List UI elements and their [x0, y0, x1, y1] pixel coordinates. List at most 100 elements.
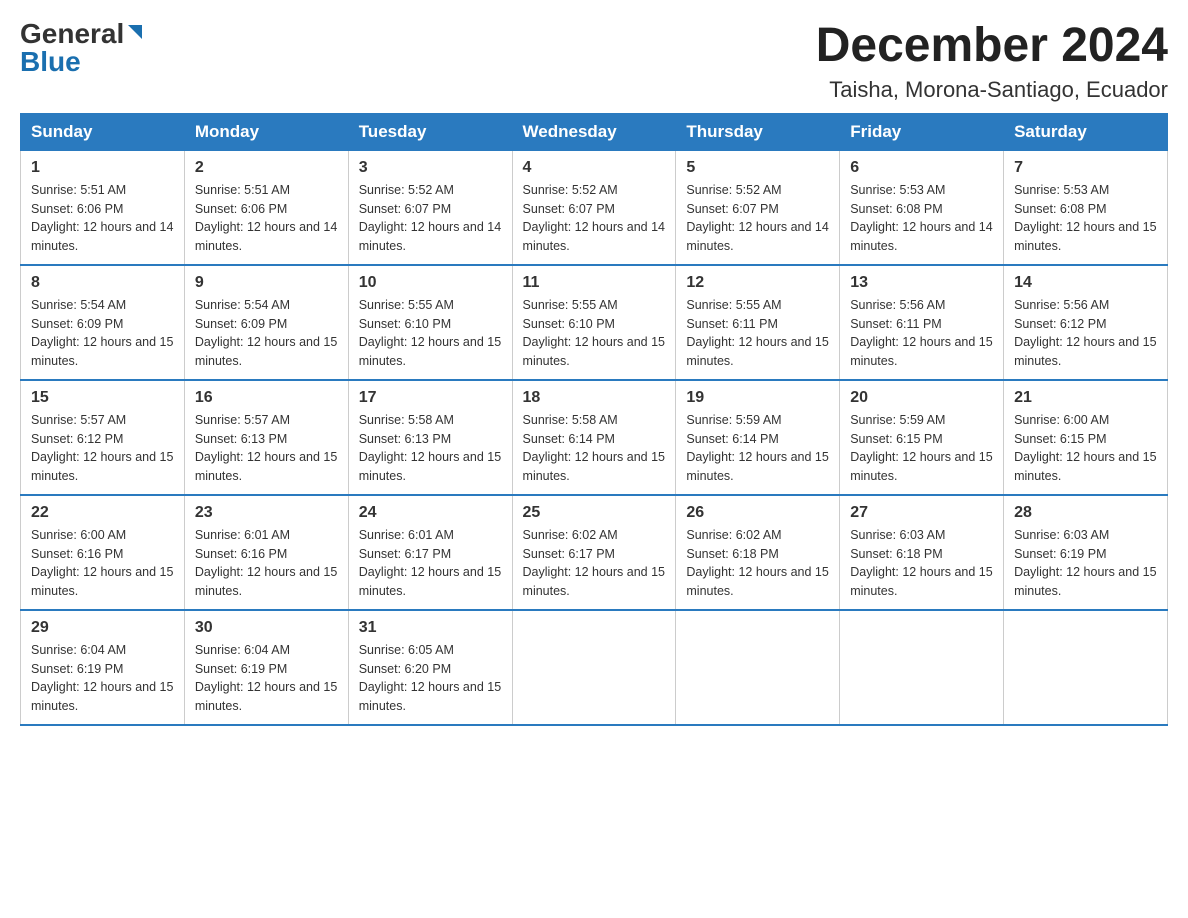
day-number: 9: [195, 274, 338, 292]
day-number: 17: [359, 389, 502, 407]
calendar-cell: 2 Sunrise: 5:51 AM Sunset: 6:06 PM Dayli…: [184, 150, 348, 265]
day-info: Sunrise: 5:57 AM Sunset: 6:12 PM Dayligh…: [31, 411, 174, 486]
calendar-cell: 24 Sunrise: 6:01 AM Sunset: 6:17 PM Dayl…: [348, 495, 512, 610]
day-info: Sunrise: 6:04 AM Sunset: 6:19 PM Dayligh…: [195, 641, 338, 716]
day-info: Sunrise: 5:55 AM Sunset: 6:10 PM Dayligh…: [359, 296, 502, 371]
day-number: 6: [850, 159, 993, 177]
day-number: 1: [31, 159, 174, 177]
day-info: Sunrise: 5:58 AM Sunset: 6:13 PM Dayligh…: [359, 411, 502, 486]
title-area: December 2024 Taisha, Morona-Santiago, E…: [816, 20, 1168, 103]
logo: General Blue: [20, 20, 144, 76]
calendar-cell: 25 Sunrise: 6:02 AM Sunset: 6:17 PM Dayl…: [512, 495, 676, 610]
day-number: 24: [359, 504, 502, 522]
calendar-week-row: 22 Sunrise: 6:00 AM Sunset: 6:16 PM Dayl…: [21, 495, 1168, 610]
column-header-friday: Friday: [840, 113, 1004, 150]
column-header-sunday: Sunday: [21, 113, 185, 150]
calendar-cell: [840, 610, 1004, 725]
calendar-header-row: SundayMondayTuesdayWednesdayThursdayFrid…: [21, 113, 1168, 150]
calendar-cell: 10 Sunrise: 5:55 AM Sunset: 6:10 PM Dayl…: [348, 265, 512, 380]
logo-blue: Blue: [20, 46, 81, 77]
day-number: 25: [523, 504, 666, 522]
calendar-cell: 29 Sunrise: 6:04 AM Sunset: 6:19 PM Dayl…: [21, 610, 185, 725]
day-info: Sunrise: 5:59 AM Sunset: 6:15 PM Dayligh…: [850, 411, 993, 486]
day-number: 11: [523, 274, 666, 292]
day-info: Sunrise: 5:54 AM Sunset: 6:09 PM Dayligh…: [31, 296, 174, 371]
day-info: Sunrise: 6:05 AM Sunset: 6:20 PM Dayligh…: [359, 641, 502, 716]
day-info: Sunrise: 6:00 AM Sunset: 6:16 PM Dayligh…: [31, 526, 174, 601]
calendar-cell: 3 Sunrise: 5:52 AM Sunset: 6:07 PM Dayli…: [348, 150, 512, 265]
calendar-body: 1 Sunrise: 5:51 AM Sunset: 6:06 PM Dayli…: [21, 150, 1168, 725]
month-title: December 2024: [816, 20, 1168, 73]
day-number: 2: [195, 159, 338, 177]
day-info: Sunrise: 5:51 AM Sunset: 6:06 PM Dayligh…: [31, 181, 174, 256]
column-header-saturday: Saturday: [1004, 113, 1168, 150]
day-info: Sunrise: 6:03 AM Sunset: 6:19 PM Dayligh…: [1014, 526, 1157, 601]
calendar-cell: 4 Sunrise: 5:52 AM Sunset: 6:07 PM Dayli…: [512, 150, 676, 265]
day-number: 18: [523, 389, 666, 407]
day-info: Sunrise: 5:52 AM Sunset: 6:07 PM Dayligh…: [523, 181, 666, 256]
calendar-cell: 31 Sunrise: 6:05 AM Sunset: 6:20 PM Dayl…: [348, 610, 512, 725]
calendar-cell: 8 Sunrise: 5:54 AM Sunset: 6:09 PM Dayli…: [21, 265, 185, 380]
day-number: 15: [31, 389, 174, 407]
calendar-cell: 14 Sunrise: 5:56 AM Sunset: 6:12 PM Dayl…: [1004, 265, 1168, 380]
calendar-cell: [512, 610, 676, 725]
day-number: 26: [686, 504, 829, 522]
day-number: 14: [1014, 274, 1157, 292]
day-info: Sunrise: 6:01 AM Sunset: 6:17 PM Dayligh…: [359, 526, 502, 601]
day-info: Sunrise: 6:04 AM Sunset: 6:19 PM Dayligh…: [31, 641, 174, 716]
day-info: Sunrise: 5:52 AM Sunset: 6:07 PM Dayligh…: [686, 181, 829, 256]
logo-general: General: [20, 20, 124, 48]
day-number: 22: [31, 504, 174, 522]
day-number: 31: [359, 619, 502, 637]
day-info: Sunrise: 5:56 AM Sunset: 6:11 PM Dayligh…: [850, 296, 993, 371]
calendar-cell: 20 Sunrise: 5:59 AM Sunset: 6:15 PM Dayl…: [840, 380, 1004, 495]
calendar-week-row: 29 Sunrise: 6:04 AM Sunset: 6:19 PM Dayl…: [21, 610, 1168, 725]
column-header-thursday: Thursday: [676, 113, 840, 150]
calendar-cell: 9 Sunrise: 5:54 AM Sunset: 6:09 PM Dayli…: [184, 265, 348, 380]
calendar-cell: 28 Sunrise: 6:03 AM Sunset: 6:19 PM Dayl…: [1004, 495, 1168, 610]
calendar-cell: 1 Sunrise: 5:51 AM Sunset: 6:06 PM Dayli…: [21, 150, 185, 265]
day-number: 16: [195, 389, 338, 407]
day-info: Sunrise: 5:51 AM Sunset: 6:06 PM Dayligh…: [195, 181, 338, 256]
day-number: 5: [686, 159, 829, 177]
calendar-cell: 30 Sunrise: 6:04 AM Sunset: 6:19 PM Dayl…: [184, 610, 348, 725]
day-info: Sunrise: 5:56 AM Sunset: 6:12 PM Dayligh…: [1014, 296, 1157, 371]
calendar-week-row: 15 Sunrise: 5:57 AM Sunset: 6:12 PM Dayl…: [21, 380, 1168, 495]
day-number: 3: [359, 159, 502, 177]
day-info: Sunrise: 5:55 AM Sunset: 6:11 PM Dayligh…: [686, 296, 829, 371]
column-header-tuesday: Tuesday: [348, 113, 512, 150]
calendar-cell: 7 Sunrise: 5:53 AM Sunset: 6:08 PM Dayli…: [1004, 150, 1168, 265]
calendar-cell: 16 Sunrise: 5:57 AM Sunset: 6:13 PM Dayl…: [184, 380, 348, 495]
day-info: Sunrise: 6:03 AM Sunset: 6:18 PM Dayligh…: [850, 526, 993, 601]
calendar-cell: 12 Sunrise: 5:55 AM Sunset: 6:11 PM Dayl…: [676, 265, 840, 380]
day-number: 20: [850, 389, 993, 407]
calendar-cell: 13 Sunrise: 5:56 AM Sunset: 6:11 PM Dayl…: [840, 265, 1004, 380]
day-info: Sunrise: 5:54 AM Sunset: 6:09 PM Dayligh…: [195, 296, 338, 371]
day-info: Sunrise: 6:01 AM Sunset: 6:16 PM Dayligh…: [195, 526, 338, 601]
day-number: 28: [1014, 504, 1157, 522]
day-info: Sunrise: 6:02 AM Sunset: 6:17 PM Dayligh…: [523, 526, 666, 601]
column-header-monday: Monday: [184, 113, 348, 150]
day-number: 4: [523, 159, 666, 177]
day-info: Sunrise: 5:58 AM Sunset: 6:14 PM Dayligh…: [523, 411, 666, 486]
calendar-cell: [1004, 610, 1168, 725]
day-info: Sunrise: 5:53 AM Sunset: 6:08 PM Dayligh…: [850, 181, 993, 256]
location-title: Taisha, Morona-Santiago, Ecuador: [816, 77, 1168, 103]
calendar-cell: 18 Sunrise: 5:58 AM Sunset: 6:14 PM Dayl…: [512, 380, 676, 495]
calendar-table: SundayMondayTuesdayWednesdayThursdayFrid…: [20, 113, 1168, 726]
calendar-week-row: 1 Sunrise: 5:51 AM Sunset: 6:06 PM Dayli…: [21, 150, 1168, 265]
logo-triangle-icon: [126, 23, 144, 41]
calendar-cell: 5 Sunrise: 5:52 AM Sunset: 6:07 PM Dayli…: [676, 150, 840, 265]
day-number: 10: [359, 274, 502, 292]
day-info: Sunrise: 6:02 AM Sunset: 6:18 PM Dayligh…: [686, 526, 829, 601]
calendar-cell: 22 Sunrise: 6:00 AM Sunset: 6:16 PM Dayl…: [21, 495, 185, 610]
day-number: 12: [686, 274, 829, 292]
calendar-cell: 6 Sunrise: 5:53 AM Sunset: 6:08 PM Dayli…: [840, 150, 1004, 265]
day-number: 21: [1014, 389, 1157, 407]
calendar-cell: 26 Sunrise: 6:02 AM Sunset: 6:18 PM Dayl…: [676, 495, 840, 610]
day-info: Sunrise: 5:57 AM Sunset: 6:13 PM Dayligh…: [195, 411, 338, 486]
calendar-cell: 27 Sunrise: 6:03 AM Sunset: 6:18 PM Dayl…: [840, 495, 1004, 610]
day-info: Sunrise: 5:52 AM Sunset: 6:07 PM Dayligh…: [359, 181, 502, 256]
day-number: 27: [850, 504, 993, 522]
day-info: Sunrise: 6:00 AM Sunset: 6:15 PM Dayligh…: [1014, 411, 1157, 486]
